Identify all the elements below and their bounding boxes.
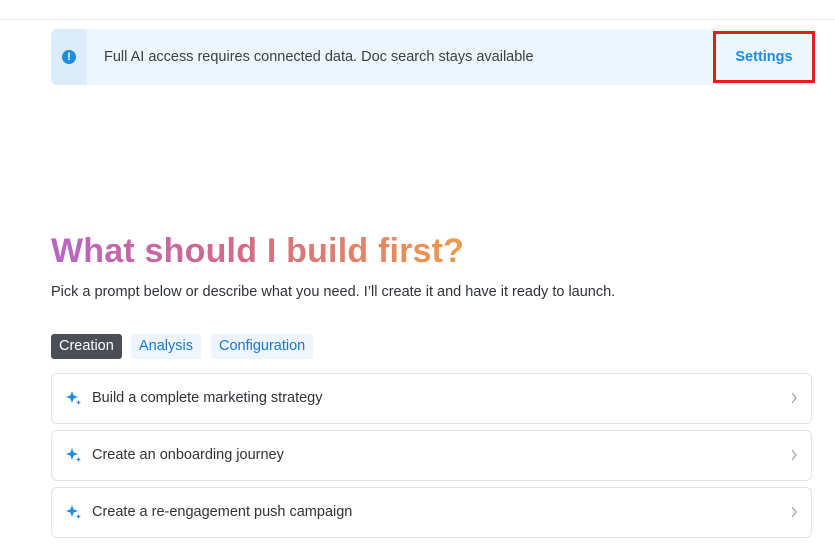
prompt-card-reengagement-campaign[interactable]: Create a re-engagement push campaign: [51, 487, 812, 538]
sparkle-icon: [66, 391, 81, 405]
info-banner: ! Full AI access requires connected data…: [51, 29, 815, 85]
prompt-label: Create an onboarding journey: [92, 447, 284, 463]
chevron-right-icon: [791, 506, 797, 518]
banner-message: Full AI access requires connected data. …: [104, 49, 534, 65]
chevron-right-icon: [791, 449, 797, 461]
page-heading: What should I build first?: [51, 232, 465, 270]
sparkle-icon: [66, 505, 81, 519]
page-subheading: Pick a prompt below or describe what you…: [51, 284, 616, 300]
prompt-label: Build a complete marketing strategy: [92, 390, 323, 406]
header-divider: [0, 19, 835, 20]
tab-configuration[interactable]: Configuration: [211, 334, 314, 359]
sparkle-icon: [66, 448, 81, 462]
settings-button[interactable]: Settings: [713, 31, 815, 83]
chevron-right-icon: [791, 392, 797, 404]
prompt-card-marketing-strategy[interactable]: Build a complete marketing strategy: [51, 373, 812, 424]
prompt-card-onboarding-journey[interactable]: Create an onboarding journey: [51, 430, 812, 481]
banner-icon-strip: !: [51, 29, 87, 85]
tab-creation[interactable]: Creation: [51, 334, 122, 359]
prompt-label: Create a re-engagement push campaign: [92, 504, 353, 520]
exclamation-circle-icon: !: [62, 50, 76, 64]
tab-analysis[interactable]: Analysis: [131, 334, 201, 359]
